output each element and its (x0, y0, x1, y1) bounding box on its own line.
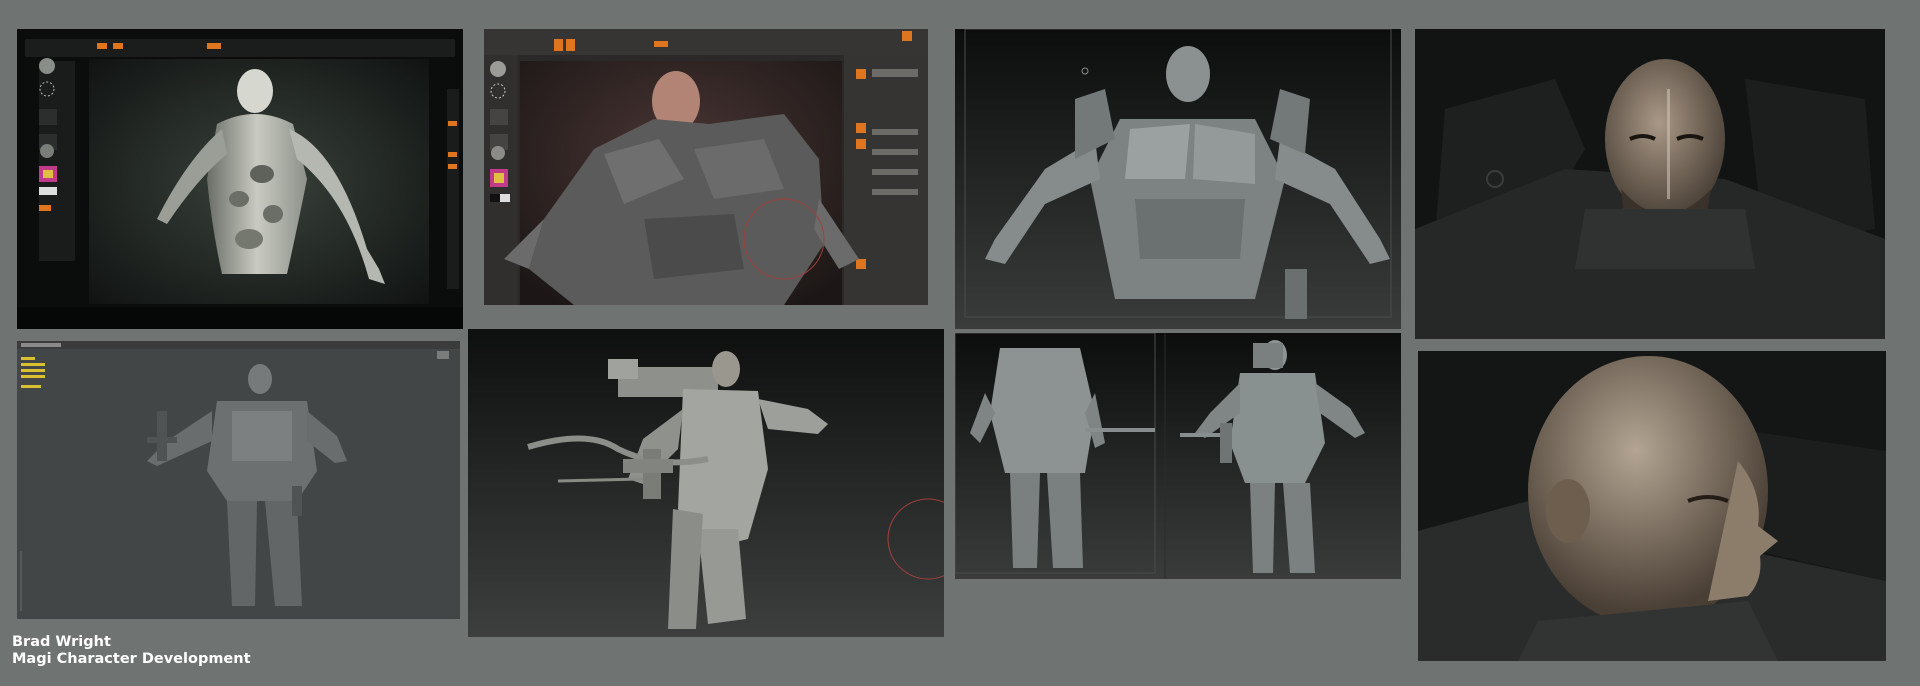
head-profile-image (1418, 351, 1886, 661)
credits-caption: Brad Wright Magi Character Development (12, 634, 251, 668)
armor-cannon-panel (468, 329, 944, 637)
zbrush-screen-photo-image (17, 29, 463, 329)
zbrush-interface-image (484, 29, 928, 305)
viewport-model-image (17, 341, 460, 619)
zbrush-interface-panel (484, 29, 928, 305)
artist-name: Brad Wright (12, 634, 111, 650)
project-title: Magi Character Development (12, 651, 251, 667)
head-profile-panel (1418, 351, 1886, 661)
armor-cannon-image (468, 329, 944, 637)
viewport-model-panel (17, 341, 460, 619)
zbrush-screen-photo-panel (17, 29, 463, 329)
armor-turnaround-image (955, 333, 1401, 579)
armor-front-panel (955, 29, 1401, 329)
head-render-panel (1415, 29, 1885, 339)
head-render-image (1415, 29, 1885, 339)
armor-turnaround-panel (955, 333, 1401, 579)
armor-front-image (955, 29, 1401, 329)
